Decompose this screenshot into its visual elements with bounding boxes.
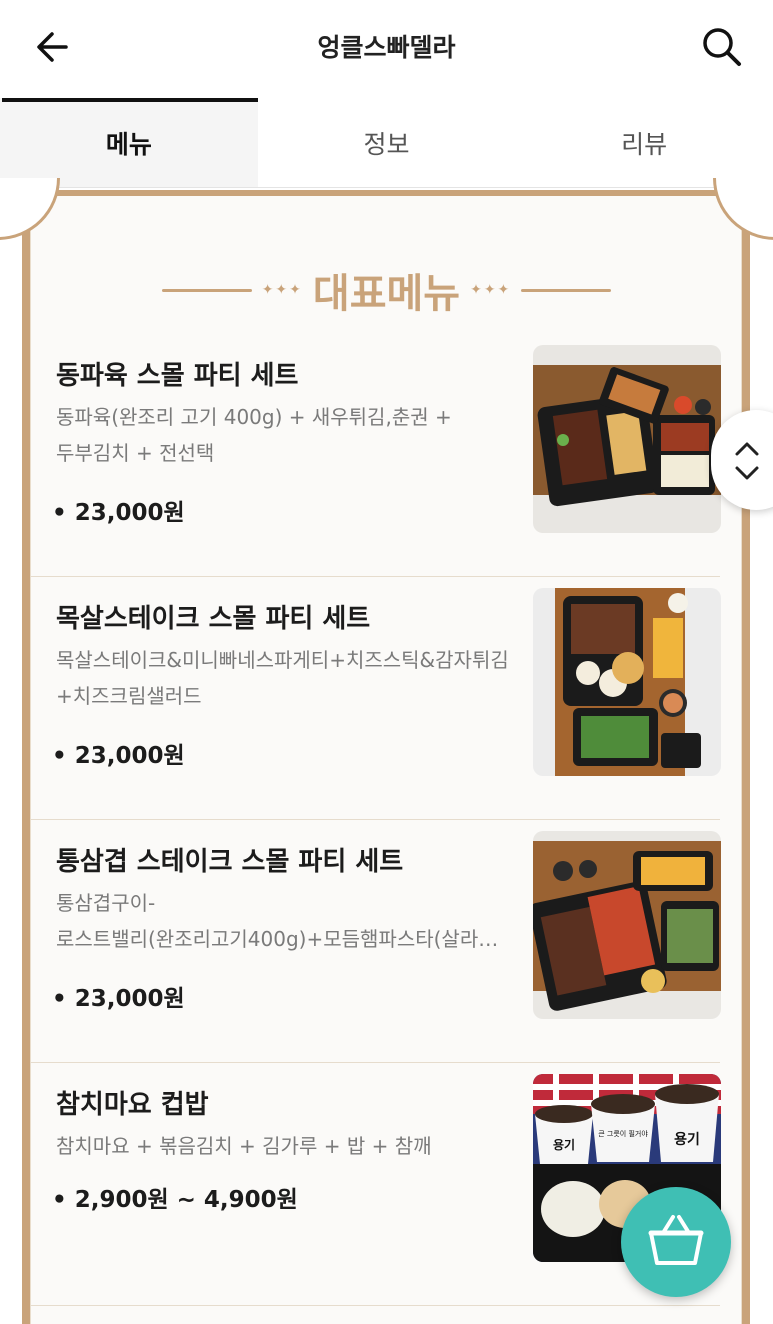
menu-item-description: 목살스테이크&미니빠네스파게티+치즈스틱&감자튀김 +치즈크림샐러드 — [56, 642, 516, 714]
ornament-diamonds-left: ✦✦✦ — [261, 282, 303, 298]
menu-item-photo — [533, 588, 721, 776]
menu-item-price: • 2,900원 ~ 4,900원 — [52, 1187, 298, 1213]
menu-item-desc-line: 참치마요 + 볶음김치 + 김가루 + 밥 + 참깨 — [56, 1134, 432, 1158]
cup-label: 용기 — [674, 1132, 700, 1148]
tab-info[interactable]: 정보 — [258, 98, 516, 187]
menu-item-price: • 23,000원 — [52, 743, 185, 769]
tab-menu[interactable]: 메뉴 — [0, 98, 258, 187]
cart-button[interactable] — [621, 1187, 731, 1297]
section-header: ✦✦✦ 대표메뉴 ✦✦✦ — [0, 260, 773, 320]
menu-item-desc-line: 로스트밸리(완조리고기400g)+모듬햄파스타(살라… — [56, 927, 499, 951]
menu-item-photo — [533, 345, 721, 533]
menu-item-description: 참치마요 + 볶음김치 + 김가루 + 밥 + 참깨 — [56, 1128, 516, 1164]
chevron-up-down-icon — [735, 442, 759, 480]
menu-item-desc-line: +치즈크림샐러드 — [56, 684, 202, 708]
shopping-basket-icon — [648, 1215, 704, 1265]
menu-item-description: 동파육(완조리 고기 400g) + 새우튀김,춘권 + 두부김치 + 전선택 — [56, 399, 516, 471]
ornament-line-right — [521, 288, 612, 292]
menu-item-price: • 23,000원 — [52, 986, 185, 1012]
menu-board: ✦✦✦ 대표메뉴 ✦✦✦ 동파육 스몰 파티 세트 동파육(완조리 고기 400… — [0, 178, 773, 1324]
section-title: 대표메뉴 — [312, 271, 461, 317]
app-header: 엉클스빠델라 — [0, 0, 773, 98]
search-button[interactable] — [697, 22, 747, 72]
tab-review[interactable]: 리뷰 — [515, 98, 773, 187]
menu-item-name: 동파육 스몰 파티 세트 — [56, 361, 299, 391]
tab-bar: 메뉴 정보 리뷰 — [0, 98, 773, 188]
menu-item[interactable]: 참치마요 컵밥 참치마요 + 볶음김치 + 김가루 + 밥 + 참깨 • 2,9… — [30, 1062, 721, 1306]
menu-item-desc-line: 동파육(완조리 고기 400g) + 새우튀김,춘권 + — [56, 405, 452, 429]
menu-item-desc-line: 두부김치 + 전선택 — [56, 441, 215, 465]
ornament-diamonds-right: ✦✦✦ — [470, 282, 512, 298]
menu-item-description: 통삼겹구이- 로스트밸리(완조리고기400g)+모듬햄파스타(살라… — [56, 885, 516, 957]
menu-item-name: 참치마요 컵밥 — [56, 1090, 209, 1120]
menu-item-name: 통삼겹 스테이크 스몰 파티 세트 — [56, 847, 404, 877]
menu-item-desc-line: 통삼겹구이- — [56, 891, 156, 915]
menu-item-desc-line: 목살스테이크&미니빠네스파게티+치즈스틱&감자튀김 — [56, 648, 509, 672]
menu-item-price: • 23,000원 — [52, 500, 185, 526]
cup-label: 큰 그릇이 필거야 — [598, 1129, 648, 1138]
ornament-line-left — [161, 288, 252, 292]
search-icon — [703, 28, 741, 66]
page-title: 엉클스빠델라 — [317, 33, 456, 62]
menu-item[interactable]: 목살스테이크 스몰 파티 세트 목살스테이크&미니빠네스파게티+치즈스틱&감자튀… — [30, 576, 721, 820]
menu-item[interactable]: 통삼겹 스테이크 스몰 파티 세트 통삼겹구이- 로스트밸리(완조리고기400g… — [30, 819, 721, 1063]
menu-item-name: 목살스테이크 스몰 파티 세트 — [56, 604, 371, 634]
cup-label: 용기 — [553, 1137, 575, 1152]
menu-item-photo — [533, 831, 721, 1019]
menu-item[interactable]: 동파육 스몰 파티 세트 동파육(완조리 고기 400g) + 새우튀김,춘권 … — [30, 333, 721, 577]
